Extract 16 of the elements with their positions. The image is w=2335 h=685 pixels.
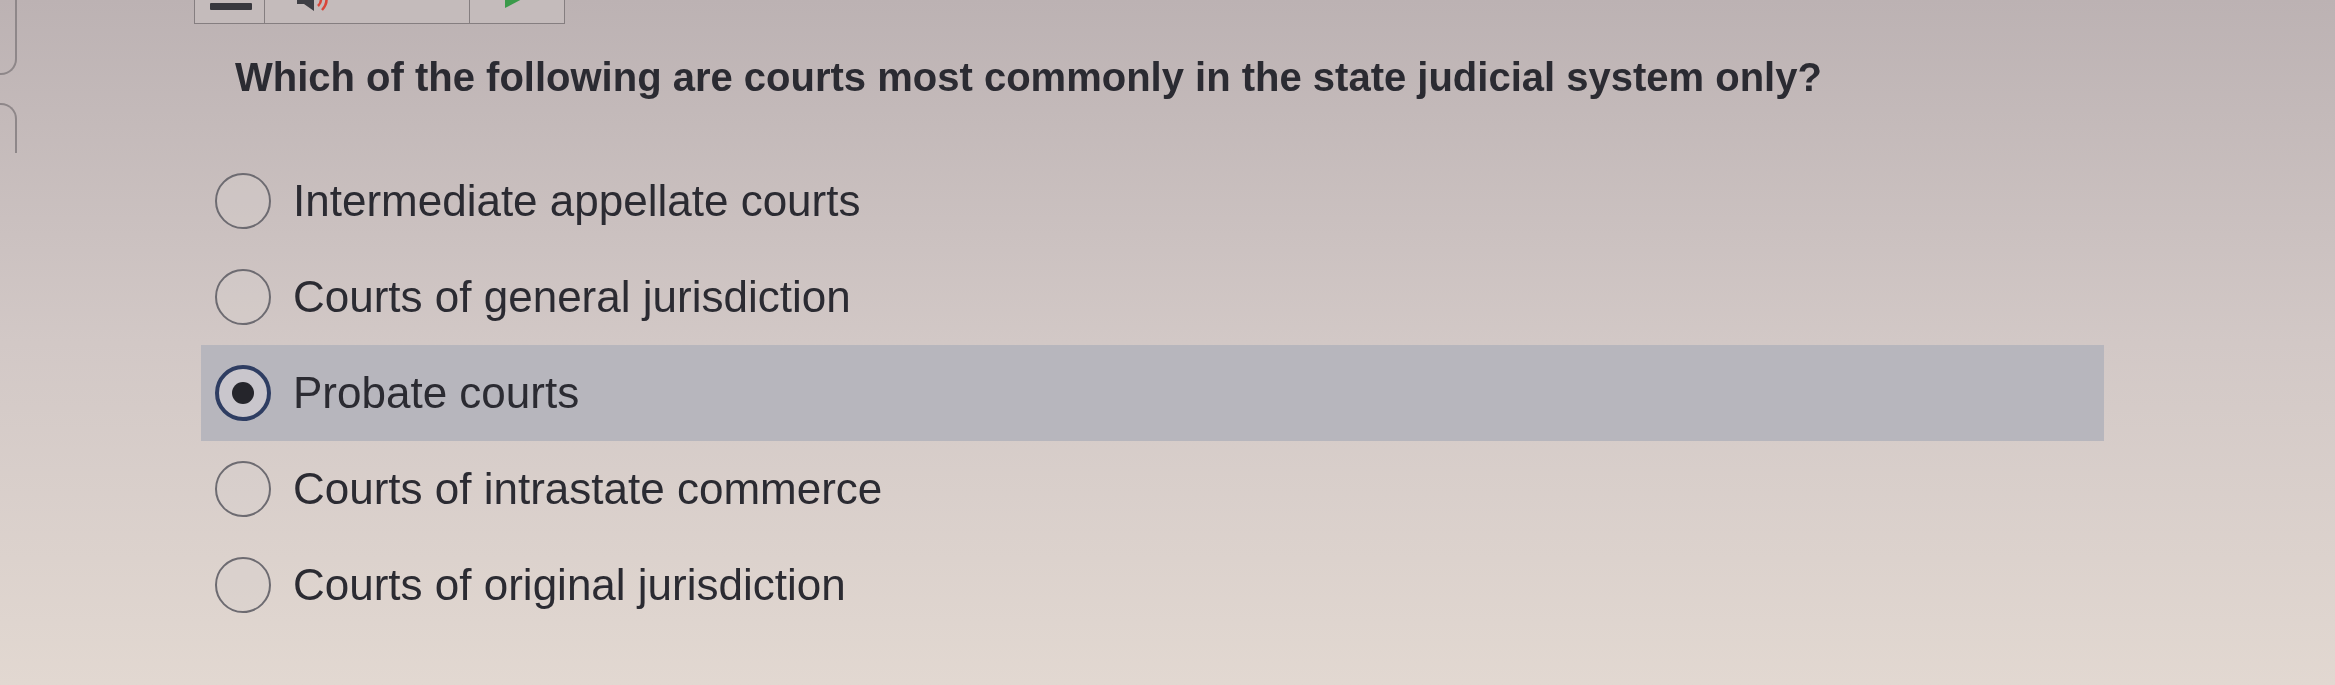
option-label[interactable]: Courts of general jurisdiction [293,270,851,324]
option-label[interactable]: Courts of original jurisdiction [293,558,846,612]
question-text: Which of the following are courts most commonly in the state judicial system only? [235,54,1822,101]
option-label[interactable]: Probate courts [293,366,580,420]
speaker-icon [297,0,331,11]
toolbar-button[interactable] [194,0,265,24]
toolbar-button[interactable] [264,0,470,24]
radio-button[interactable] [215,461,271,517]
side-panel [0,103,17,153]
bar-icon [210,3,252,10]
radio-button[interactable] [215,173,271,229]
option-label[interactable]: Courts of intrastate commerce [293,462,883,516]
radio-button[interactable] [215,557,271,613]
radio-button[interactable] [215,365,271,421]
radio-button[interactable] [215,269,271,325]
option-label[interactable]: Intermediate appellate courts [293,174,861,228]
